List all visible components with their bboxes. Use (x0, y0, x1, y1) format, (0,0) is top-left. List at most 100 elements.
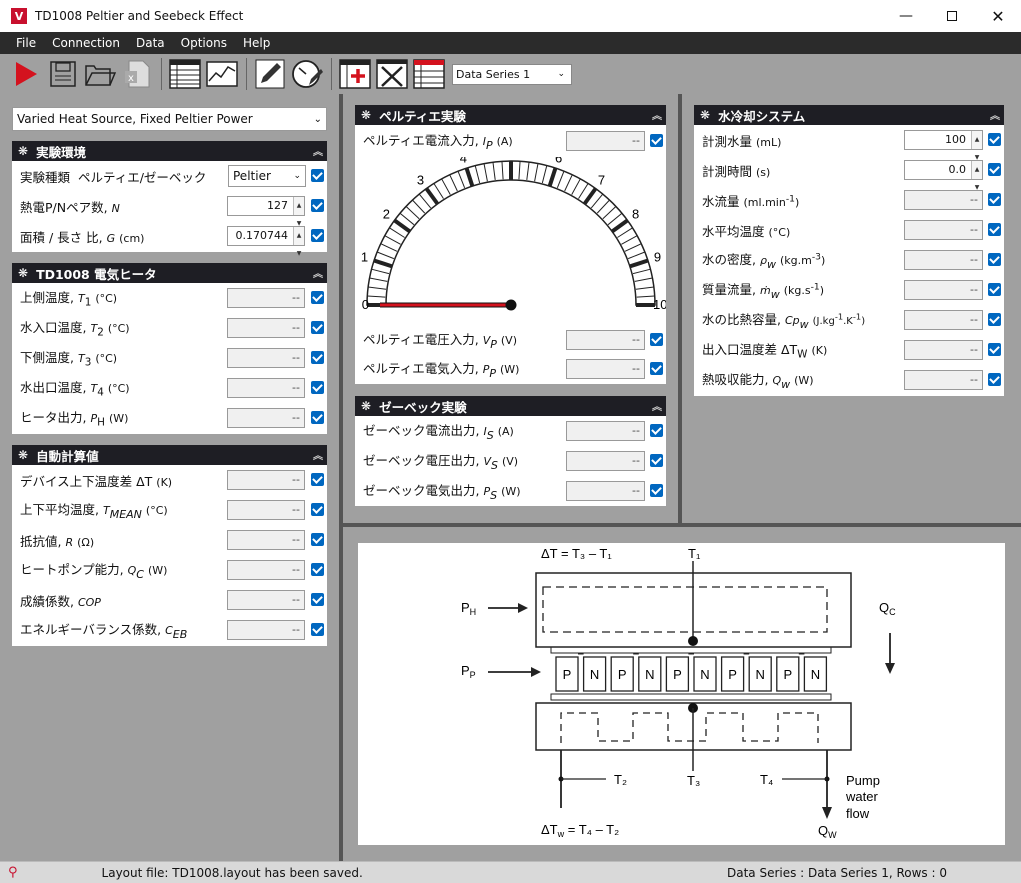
menu-help[interactable]: Help (243, 36, 270, 50)
include-checkbox[interactable] (311, 199, 324, 212)
spinner-icon[interactable]: ▲ ▼ (971, 131, 982, 161)
maximize-button[interactable] (929, 0, 975, 32)
delta-t-equation: ΔT = T₃ – T₁ (541, 546, 612, 561)
include-checkbox[interactable] (311, 563, 324, 576)
include-checkbox[interactable] (311, 321, 324, 334)
spinner-icon[interactable]: ▲ ▼ (293, 227, 304, 257)
field-label: 計測時間 (s) (702, 163, 771, 179)
field-label: ヒータ出力, PH (W) (20, 410, 129, 429)
collapse-icon[interactable]: ︽ (313, 143, 323, 158)
folder-open-icon (85, 65, 116, 86)
include-checkbox[interactable] (988, 343, 1001, 356)
include-checkbox[interactable] (311, 623, 324, 636)
include-checkbox[interactable] (988, 373, 1001, 386)
gauge-tick-label: 1 (361, 249, 368, 264)
include-checkbox[interactable] (311, 503, 324, 516)
field-label: 水平均温度 (°C) (702, 223, 791, 239)
experiment-type-select[interactable]: Peltier ⌄ (228, 165, 306, 187)
save-button[interactable] (45, 56, 81, 92)
vertical-splitter[interactable] (678, 94, 682, 526)
mean-temperature-row: 上下平均温度, TMEAN (°C) -- (12, 495, 327, 525)
field-label: 計測水量 (mL) (702, 133, 782, 149)
pump-label-line2: water (845, 789, 878, 804)
open-button[interactable] (82, 56, 118, 92)
pn-leg-label: N (590, 667, 599, 682)
include-checkbox[interactable] (311, 411, 324, 424)
t4-label: T₄ (760, 772, 773, 787)
area-length-input[interactable]: 0.170744 ▲ ▼ (227, 226, 305, 257)
include-checkbox[interactable] (650, 454, 663, 467)
gauge-tick-label: 6 (555, 157, 562, 166)
peltier-current-value: -- (566, 131, 645, 151)
close-button[interactable]: ✕ (975, 0, 1021, 32)
include-checkbox[interactable] (311, 229, 324, 242)
minimize-button[interactable]: — (883, 0, 929, 32)
pn-pairs-input[interactable]: 127 ▲ ▼ (227, 196, 305, 227)
panel-header: ❋ ペルティエ実験 ︽ (355, 105, 666, 125)
include-checkbox[interactable] (311, 351, 324, 364)
gauge-tick-label: 10 (653, 297, 666, 312)
include-checkbox[interactable] (988, 313, 1001, 326)
include-checkbox[interactable] (988, 193, 1001, 206)
spinner-icon[interactable]: ▲ ▼ (971, 161, 982, 191)
t2-label: T₂ (614, 772, 627, 787)
add-row-button[interactable] (337, 56, 373, 92)
run-button[interactable] (8, 56, 44, 92)
vertical-splitter[interactable] (339, 94, 343, 861)
gauge-pivot (505, 299, 517, 311)
mode-select[interactable]: Varied Heat Source, Fixed Peltier Power … (12, 107, 327, 131)
panel-title: 自動計算値 (36, 448, 99, 464)
data-series-button[interactable] (411, 56, 447, 92)
area-length-row: 面積 / 長さ 比, G (cm) 0.170744 ▲ ▼ (12, 221, 327, 257)
include-checkbox[interactable] (311, 381, 324, 394)
menu-options[interactable]: Options (181, 36, 227, 50)
auto-calculated-panel: ❋ 自動計算値 ︽ デバイス上下温度差 ΔT (K) -- 上下平均温度, TMEAN(… (12, 445, 327, 646)
include-checkbox[interactable] (988, 133, 1001, 146)
water-volume-input[interactable]: 100 ▲ ▼ (904, 130, 983, 161)
measure-time-input[interactable]: 0.0 ▲ ▼ (904, 160, 983, 191)
export-excel-button[interactable]: x (119, 56, 155, 92)
include-checkbox[interactable] (988, 283, 1001, 296)
include-checkbox[interactable] (650, 424, 663, 437)
include-checkbox[interactable] (650, 362, 663, 375)
spinner-icon[interactable]: ▲ ▼ (293, 197, 304, 227)
collapse-icon[interactable]: ︽ (313, 265, 323, 280)
include-checkbox[interactable] (311, 169, 324, 182)
pn-leg-label: N (756, 667, 765, 682)
schematic-panel: ΔT = T₃ – T₁ T₁ PH QC PP P N P N P N P N P N T₃ T… (358, 543, 1005, 845)
horizontal-splitter[interactable] (343, 523, 1021, 527)
include-checkbox[interactable] (311, 593, 324, 606)
outlet-arrow-head (822, 807, 832, 819)
menu-data[interactable]: Data (136, 36, 165, 50)
seebeck-power-row: ゼーベック電気出力, PS (W) -- (355, 476, 666, 506)
calibrate-button[interactable] (289, 56, 325, 92)
t3-label: T₃ (687, 773, 700, 788)
peltier-current-row: ペルティエ電流入力, IP (A) -- (355, 125, 666, 157)
include-checkbox[interactable] (650, 134, 663, 147)
delete-row-button[interactable] (374, 56, 410, 92)
data-series-select[interactable]: Data Series 1 ⌄ (452, 63, 572, 85)
menu-connection[interactable]: Connection (52, 36, 120, 50)
include-checkbox[interactable] (650, 333, 663, 346)
graph-view-button[interactable] (204, 56, 240, 92)
collapse-icon[interactable]: ︽ (652, 398, 662, 413)
water-volume-row: 計測水量 (mL) 100 ▲ ▼ (694, 125, 1004, 161)
collapse-icon[interactable]: ︽ (313, 447, 323, 462)
include-checkbox[interactable] (650, 484, 663, 497)
seebeck-panel: ❋ ゼーベック実験 ︽ ゼーベック電流出力, IS (A) -- ゼーベック電圧出力, … (355, 396, 666, 506)
edit-button[interactable] (252, 56, 288, 92)
menu-file[interactable]: File (16, 36, 36, 50)
include-checkbox[interactable] (311, 533, 324, 546)
field-label: デバイス上下温度差 ΔT (K) (20, 473, 173, 489)
include-checkbox[interactable] (311, 291, 324, 304)
include-checkbox[interactable] (988, 253, 1001, 266)
include-checkbox[interactable] (988, 223, 1001, 236)
table-view-button[interactable] (167, 56, 203, 92)
include-checkbox[interactable] (988, 163, 1001, 176)
toolbar: x Data Series 1 ⌄ (0, 54, 1021, 94)
collapse-icon[interactable]: ︽ (990, 107, 1000, 122)
field-label: ペルティエ電圧入力, VP (V) (363, 332, 517, 351)
include-checkbox[interactable] (311, 473, 324, 486)
top-temperature-value: -- (227, 288, 305, 308)
collapse-icon[interactable]: ︽ (652, 107, 662, 122)
